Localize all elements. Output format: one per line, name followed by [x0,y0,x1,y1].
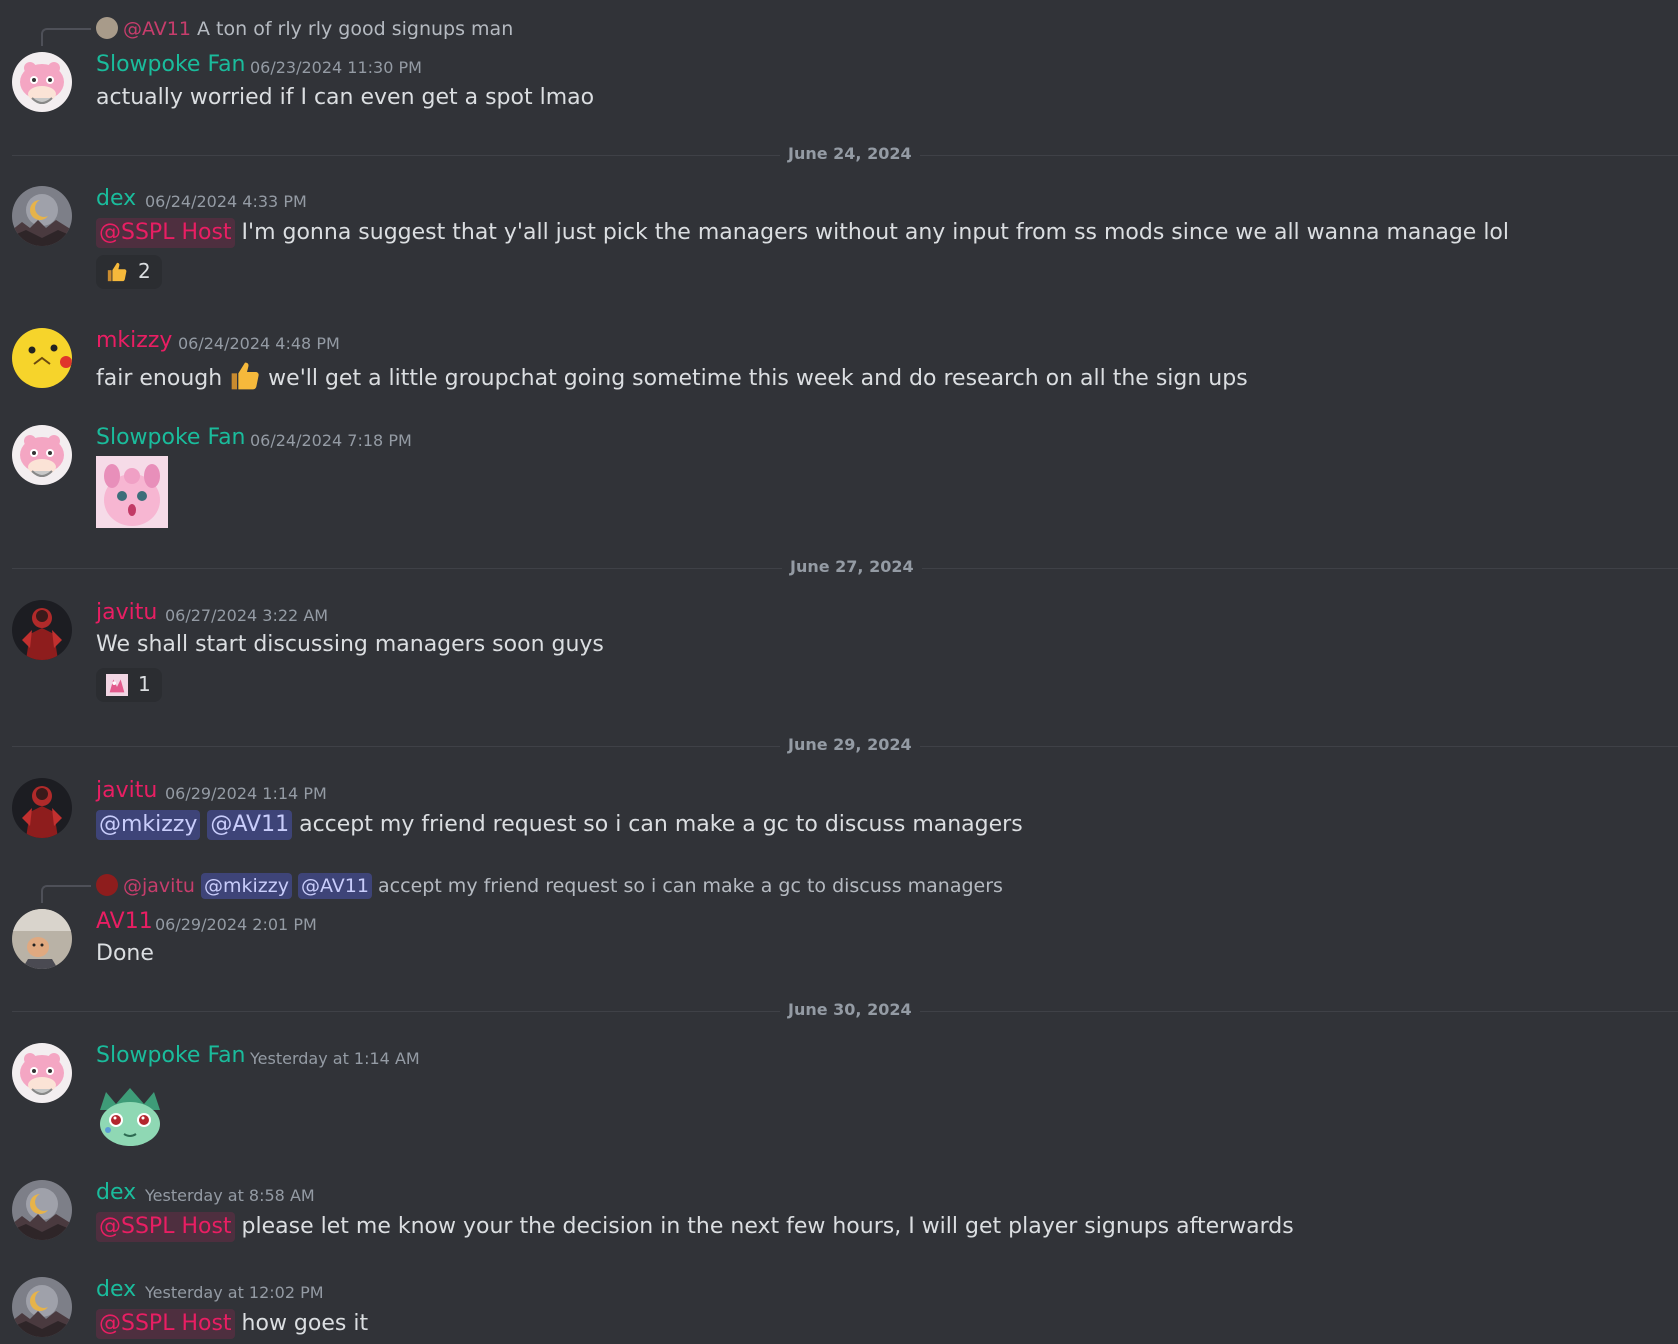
timestamp: 06/24/2024 4:48 PM [178,334,340,353]
slowpoke-avatar[interactable] [12,52,72,112]
username[interactable]: dex [96,186,136,211]
message-text: We shall start discussing managers soon … [96,632,604,657]
pikachu-avatar[interactable] [12,328,72,388]
message-content: @SSPL Host please let me know your the d… [96,1212,1294,1242]
timestamp: 06/29/2024 2:01 PM [155,915,317,934]
message-text: Done [96,941,154,966]
date-divider-label: June 24, 2024 [780,144,920,163]
thumbs-up-icon [229,360,261,392]
date-divider-label: June 30, 2024 [780,1000,920,1019]
timestamp: 06/29/2024 1:14 PM [165,784,327,803]
thumbs-up-icon [106,261,128,283]
red-figure-avatar[interactable] [12,600,72,660]
timestamp: 06/27/2024 3:22 AM [165,606,329,625]
message-text: fair enough [96,366,223,391]
reply-avatar [96,17,118,39]
timestamp: Yesterday at 1:14 AM [250,1049,420,1068]
reaction-button[interactable]: 2 [96,255,162,289]
message-text: actually worried if I can even get a spo… [96,85,595,110]
username[interactable]: Slowpoke Fan [96,52,246,77]
timestamp: 06/23/2024 11:30 PM [250,58,422,77]
message-text: I'm gonna suggest that y'all just pick t… [241,220,1510,245]
username[interactable]: dex [96,1180,136,1205]
reply-connector [41,28,91,46]
reply-preview[interactable]: @AV11 A ton of rly rly good signups man [96,17,513,40]
reply-text: A ton of rly rly good signups man [197,18,514,40]
bulbasaur-sticker[interactable] [96,1080,164,1146]
message-text: please let me know your the decision in … [241,1214,1294,1239]
user-mention[interactable]: @AV11 [298,873,372,899]
reaction-count: 2 [138,259,151,283]
message-content: @SSPL Host I'm gonna suggest that y'all … [96,218,1509,248]
message-content: @mkizzy @AV11 accept my friend request s… [96,810,1023,840]
username[interactable]: javitu [96,600,157,625]
timestamp: 06/24/2024 7:18 PM [250,431,412,450]
role-mention[interactable]: @SSPL Host [96,218,235,248]
photo-avatar[interactable] [12,909,72,969]
slowpoke-avatar[interactable] [12,425,72,485]
username[interactable]: Slowpoke Fan [96,1043,246,1068]
message-content: @SSPL Host how goes it [96,1309,368,1339]
timestamp: Yesterday at 12:02 PM [145,1283,324,1302]
reaction-button[interactable]: 1 [96,668,162,702]
date-divider-label: June 27, 2024 [782,557,922,576]
reply-connector [41,885,91,903]
reply-text: accept my friend request so i can make a… [378,875,1003,897]
username[interactable]: mkizzy [96,328,172,353]
user-mention[interactable]: @AV11 [207,810,293,840]
reply-avatar [96,874,118,896]
moon-avatar[interactable] [12,1277,72,1337]
user-mention[interactable]: @mkizzy [96,810,201,840]
moon-avatar[interactable] [12,186,72,246]
reaction-count: 1 [138,672,151,696]
role-mention[interactable]: @SSPL Host [96,1212,235,1242]
username[interactable]: dex [96,1277,136,1302]
moon-avatar[interactable] [12,1180,72,1240]
reply-author[interactable]: @AV11 [123,18,191,40]
message-text: accept my friend request so i can make a… [299,812,1023,837]
message-content: fair enough we'll get a little groupchat… [96,360,1248,392]
timestamp: Yesterday at 8:58 AM [145,1186,315,1205]
red-figure-avatar[interactable] [12,778,72,838]
message-text: we'll get a little groupchat going somet… [268,366,1248,391]
message-text: how goes it [241,1311,369,1336]
username[interactable]: javitu [96,778,157,803]
username[interactable]: Slowpoke Fan [96,425,246,450]
username[interactable]: AV11 [96,909,153,934]
user-mention[interactable]: @mkizzy [200,873,292,899]
reply-author[interactable]: @javitu [123,875,195,897]
wigglytuff-sticker[interactable] [96,456,168,528]
role-mention[interactable]: @SSPL Host [96,1309,235,1339]
date-divider-label: June 29, 2024 [780,735,920,754]
slowpoke-avatar[interactable] [12,1043,72,1103]
timestamp: 06/24/2024 4:33 PM [145,192,307,211]
reply-preview[interactable]: @javitu @mkizzy @AV11 accept my friend r… [96,873,1003,899]
pink-emote-icon [106,674,128,696]
